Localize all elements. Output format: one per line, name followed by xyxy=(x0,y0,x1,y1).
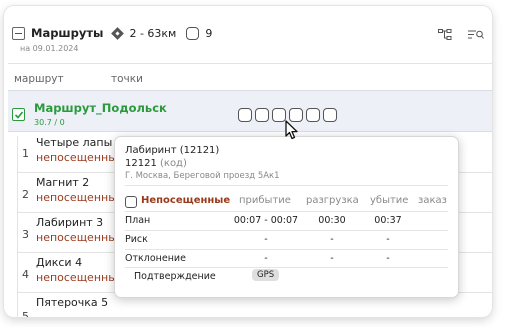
popup-point-code: 12121 (код) xyxy=(125,158,187,169)
header-date: на 09.01.2024 xyxy=(20,44,79,53)
popup-address: Г. Москва, Береговой проезд 5Ак1 xyxy=(125,171,280,181)
routes-count-checkbox[interactable] xyxy=(186,26,200,40)
gps-badge: GPS xyxy=(252,269,280,281)
deviation-departure: - xyxy=(386,253,390,264)
unvisited-checkbox[interactable] xyxy=(125,196,137,208)
cursor-arrow-icon xyxy=(285,120,299,144)
point-marker[interactable] xyxy=(255,108,269,122)
row-label-risk: Риск xyxy=(125,234,148,245)
route-name[interactable]: Маршрут_Подольск xyxy=(34,101,167,115)
header-divider xyxy=(8,63,492,64)
column-order: заказ xyxy=(418,195,447,206)
stop-name[interactable]: Пятерочка 5 xyxy=(36,296,108,309)
header-tools xyxy=(438,26,484,40)
point-marker[interactable] xyxy=(238,108,252,122)
stop-name[interactable]: Лабиринт 3 xyxy=(36,216,103,229)
route-checkbox[interactable] xyxy=(12,108,25,121)
stop-status: непосещенные xyxy=(36,271,124,284)
distance-range: 2 - 63км xyxy=(129,26,177,40)
checkmark-icon xyxy=(14,111,24,119)
stops-tree-line xyxy=(17,136,18,317)
unvisited-label: Непосещенные xyxy=(141,195,231,206)
stop-name[interactable]: Дикси 4 xyxy=(36,256,82,269)
popup-divider xyxy=(125,230,448,231)
hierarchy-icon[interactable] xyxy=(438,26,454,40)
point-marker[interactable] xyxy=(272,108,286,122)
stop-name[interactable]: Четыре лапы xyxy=(36,136,112,149)
point-details-popup: Лабиринт (12121) 12121 (код) Г. Москва, … xyxy=(114,136,459,298)
row-label-plan: План xyxy=(125,215,151,226)
point-marker[interactable] xyxy=(306,108,320,122)
stop-number: 4 xyxy=(22,268,29,281)
stop-number: 2 xyxy=(22,188,29,201)
plan-departure: 00:37 xyxy=(374,215,402,226)
column-header-points: точки xyxy=(111,73,143,85)
popup-divider xyxy=(125,211,448,212)
risk-departure: - xyxy=(386,234,390,245)
route-diamond-icon xyxy=(111,26,125,40)
confirmation-label: Подтверждение xyxy=(134,271,216,282)
risk-arrival: - xyxy=(264,234,268,245)
popup-code-value: 12121 xyxy=(125,158,157,169)
row-label-deviation: Отклонение xyxy=(125,253,186,264)
point-marker[interactable] xyxy=(323,108,337,122)
plan-arrival: 00:07 - 00:07 xyxy=(233,215,299,226)
stop-name[interactable]: Магнит 2 xyxy=(36,176,89,189)
column-unload: разгрузка xyxy=(306,195,359,206)
deviation-arrival: - xyxy=(264,253,268,264)
panel-title: Маршруты xyxy=(31,26,104,40)
popup-divider xyxy=(125,249,448,250)
popup-divider xyxy=(125,185,448,186)
column-header-route: маршрут xyxy=(14,73,64,85)
routes-count: 9 xyxy=(205,26,213,40)
stop-status: непосещенные xyxy=(36,191,124,204)
column-arrival: прибытие xyxy=(239,195,291,206)
routes-panel: Маршруты 2 - 63км 9 на 09.01.2024 маршру… xyxy=(4,6,492,317)
routes-header: Маршруты 2 - 63км 9 xyxy=(12,25,212,41)
popup-point-title: Лабиринт (12121) xyxy=(125,145,220,156)
column-departure: убытие xyxy=(370,195,409,206)
stop-number: 3 xyxy=(22,228,29,241)
filter-search-icon[interactable] xyxy=(468,26,484,39)
stop-status: непосещенные xyxy=(36,151,124,164)
stop-status: непосещенные xyxy=(36,231,124,244)
collapse-icon[interactable] xyxy=(12,26,25,40)
popup-divider xyxy=(125,267,448,268)
popup-code-label: (код) xyxy=(160,158,187,169)
route-summary: 30.7 / 0 xyxy=(34,118,65,127)
stop-number: 5 xyxy=(22,310,29,317)
stop-number: 1 xyxy=(22,147,29,160)
